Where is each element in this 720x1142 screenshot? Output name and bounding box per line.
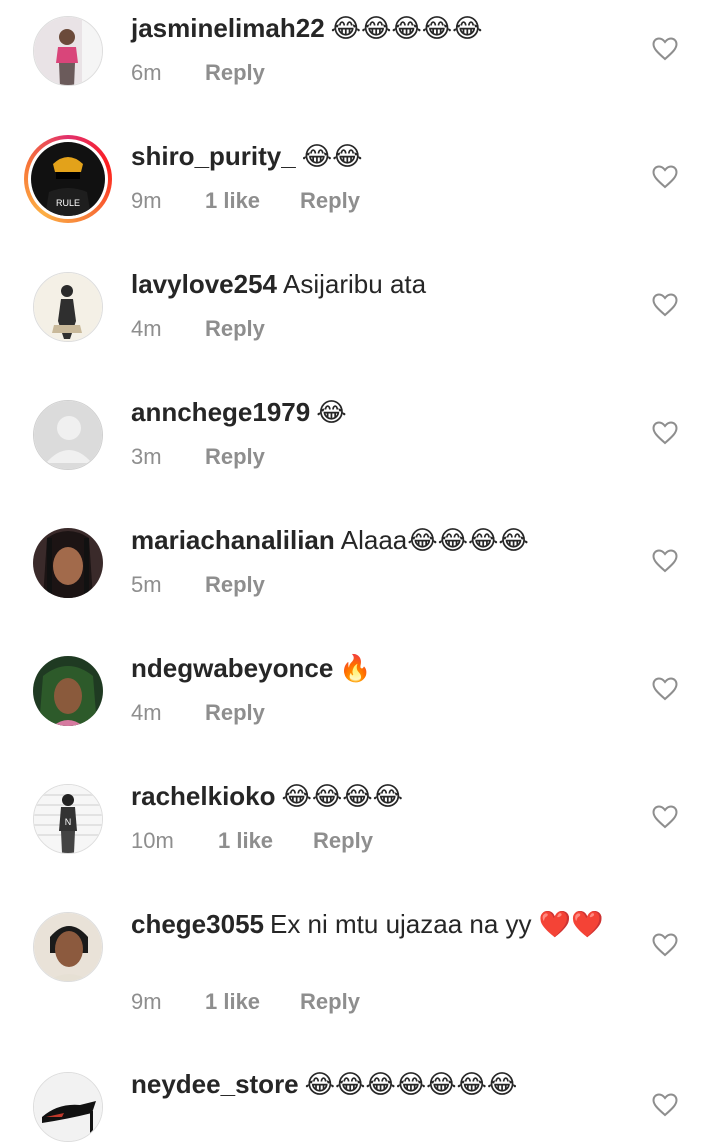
avatar[interactable] bbox=[33, 656, 103, 726]
avatar[interactable] bbox=[33, 16, 103, 86]
comment-meta: 9m 1 like Reply bbox=[131, 188, 360, 214]
comment-text: jasminelimah22 😂😂😂😂😂 bbox=[131, 10, 610, 46]
comment-username[interactable]: rachelkioko bbox=[131, 781, 276, 811]
comment-username[interactable]: mariachanalilian bbox=[131, 525, 335, 555]
comment-time: 4m bbox=[131, 316, 162, 341]
like-count[interactable]: 1 like bbox=[205, 989, 260, 1015]
heart-outline-icon[interactable] bbox=[652, 37, 678, 61]
comment-meta: 3m Reply bbox=[131, 444, 265, 470]
comment-body: 😂😂😂😂😂 bbox=[330, 13, 483, 43]
comment-text: chege3055 Ex ni mtu ujazaa na yy ❤️❤️ bbox=[131, 906, 610, 942]
comment-username[interactable]: lavylove254 bbox=[131, 269, 277, 299]
comment-time: 6m bbox=[131, 60, 162, 85]
heart-outline-icon[interactable] bbox=[652, 293, 678, 317]
comment-text: ndegwabeyonce 🔥 bbox=[131, 650, 610, 686]
comment-body: Asijaribu ata bbox=[283, 269, 427, 299]
reply-button[interactable]: Reply bbox=[205, 700, 265, 726]
comment-body: 😂 bbox=[316, 397, 347, 427]
comment-body: 😂😂😂😂 bbox=[281, 781, 404, 811]
reply-button[interactable]: Reply bbox=[300, 989, 360, 1015]
comment-meta: 5m Reply bbox=[131, 572, 265, 598]
comment-time: 4m bbox=[131, 700, 162, 725]
heart-outline-icon[interactable] bbox=[652, 1093, 678, 1117]
svg-text:RULE: RULE bbox=[56, 198, 80, 208]
comment-text: shiro_purity_ 😂😂 bbox=[131, 138, 610, 174]
comment-text: annchege1979 😂 bbox=[131, 394, 610, 430]
avatar[interactable] bbox=[33, 912, 103, 982]
comment-time: 10m bbox=[131, 828, 174, 853]
comment-time: 5m bbox=[131, 572, 162, 597]
reply-button[interactable]: Reply bbox=[300, 188, 360, 214]
comment-time: 9m bbox=[131, 188, 162, 213]
comment-body: Alaaa😂😂😂😂 bbox=[340, 525, 529, 555]
comment-body: 🔥 bbox=[339, 653, 372, 683]
heart-outline-icon[interactable] bbox=[652, 933, 678, 957]
comment-username[interactable]: jasminelimah22 bbox=[131, 13, 325, 43]
avatar-story-ring: RULE bbox=[28, 139, 108, 219]
comment-time: 3m bbox=[131, 444, 162, 469]
reply-button[interactable]: Reply bbox=[205, 572, 265, 598]
avatar[interactable]: RULE bbox=[24, 135, 112, 223]
like-count[interactable]: 1 like bbox=[218, 828, 273, 854]
comment-meta: 6m Reply bbox=[131, 60, 265, 86]
heart-outline-icon[interactable] bbox=[652, 677, 678, 701]
comment-text: lavylove254 Asijaribu ata bbox=[131, 266, 610, 302]
reply-button[interactable]: Reply bbox=[313, 828, 373, 854]
comment-meta: 4m Reply bbox=[131, 700, 265, 726]
heart-outline-icon[interactable] bbox=[652, 549, 678, 573]
comment-body: 😂😂😂😂😂😂😂 bbox=[304, 1069, 518, 1099]
comment-text: mariachanalilian Alaaa😂😂😂😂 bbox=[131, 522, 610, 558]
comment-time: 9m bbox=[131, 989, 162, 1014]
like-count[interactable]: 1 like bbox=[205, 188, 260, 214]
comment-username[interactable]: chege3055 bbox=[131, 909, 264, 939]
avatar[interactable] bbox=[33, 400, 103, 470]
comment-text: neydee_store 😂😂😂😂😂😂😂 bbox=[131, 1066, 610, 1102]
comment-body: Ex ni mtu ujazaa na yy ❤️❤️ bbox=[269, 909, 604, 939]
heart-outline-icon[interactable] bbox=[652, 421, 678, 445]
avatar[interactable] bbox=[33, 528, 103, 598]
comment-username[interactable]: neydee_store bbox=[131, 1069, 299, 1099]
avatar[interactable] bbox=[33, 1072, 103, 1142]
comment-body: 😂😂 bbox=[301, 141, 363, 171]
comment-meta: 4m Reply bbox=[131, 316, 265, 342]
svg-text:N: N bbox=[65, 817, 72, 827]
reply-button[interactable]: Reply bbox=[205, 60, 265, 86]
avatar[interactable]: N bbox=[33, 784, 103, 854]
comment-meta: 9m 1 like Reply bbox=[131, 989, 360, 1015]
comment-text: rachelkioko 😂😂😂😂 bbox=[131, 778, 610, 814]
comment-username[interactable]: annchege1979 bbox=[131, 397, 310, 427]
reply-button[interactable]: Reply bbox=[205, 444, 265, 470]
avatar[interactable] bbox=[33, 272, 103, 342]
comment-username[interactable]: shiro_purity_ bbox=[131, 141, 296, 171]
comment-meta: 10m 1 like Reply bbox=[131, 828, 373, 854]
comment-username[interactable]: ndegwabeyonce bbox=[131, 653, 333, 683]
reply-button[interactable]: Reply bbox=[205, 316, 265, 342]
heart-outline-icon[interactable] bbox=[652, 805, 678, 829]
heart-outline-icon[interactable] bbox=[652, 165, 678, 189]
